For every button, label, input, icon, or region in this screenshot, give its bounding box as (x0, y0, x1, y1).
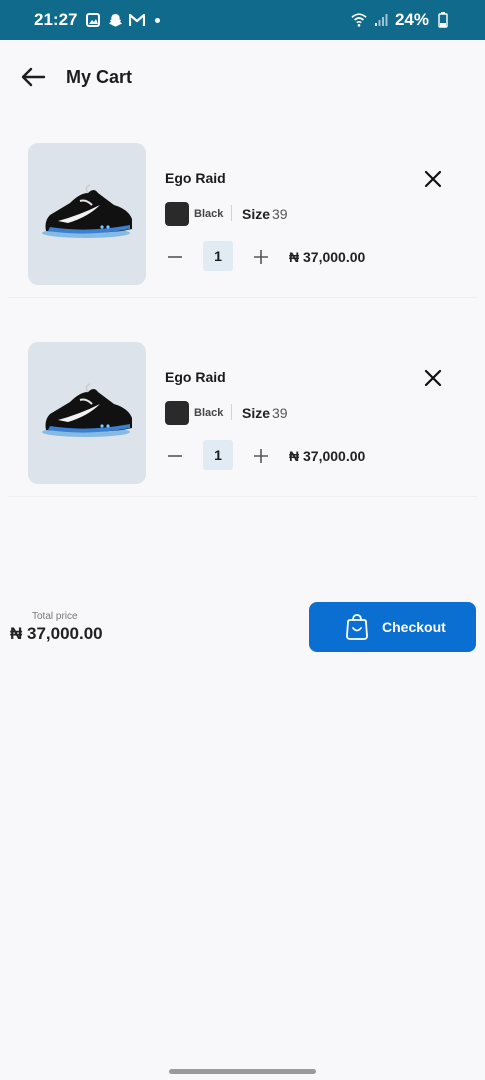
size-label: Size (242, 206, 271, 222)
dot-icon (155, 17, 161, 23)
wifi-icon (351, 12, 367, 28)
sneaker-image (42, 383, 132, 437)
battery-icon (435, 12, 451, 28)
back-button[interactable] (20, 66, 46, 88)
battery-percent: 24% (394, 10, 429, 29)
size-label: Size (242, 405, 271, 421)
decrease-quantity-button[interactable] (166, 447, 184, 465)
close-icon (424, 369, 442, 387)
plus-icon (254, 250, 268, 264)
quantity-value[interactable]: 1 (203, 440, 233, 470)
quantity-value[interactable]: 1 (203, 241, 233, 271)
gallery-icon (85, 12, 101, 28)
size-value: 39 (272, 206, 288, 222)
notification-icons (85, 12, 161, 28)
total-price-value: ₦ 37,000.00 (10, 624, 103, 643)
cart-item: Ego Raid Black Size 39 1 ₦ 37,000.00 (8, 116, 477, 298)
plus-icon (254, 449, 268, 463)
close-icon (424, 170, 442, 188)
color-swatch (165, 401, 189, 425)
item-price: ₦ 37,000.00 (289, 448, 366, 464)
decrease-quantity-button[interactable] (166, 248, 184, 266)
product-name: Ego Raid (165, 170, 226, 186)
color-label: Black (194, 208, 224, 220)
minus-icon (168, 455, 182, 457)
minus-icon (168, 256, 182, 258)
shopping-bag-icon (346, 614, 368, 640)
total-price-label: Total price (32, 611, 78, 622)
product-name: Ego Raid (165, 369, 226, 385)
app-header: My Cart (0, 40, 485, 116)
increase-quantity-button[interactable] (252, 447, 270, 465)
increase-quantity-button[interactable] (252, 248, 270, 266)
snapchat-icon (107, 12, 123, 28)
divider (231, 404, 232, 420)
cart-item: Ego Raid Black Size 39 1 ₦ 37,000.00 (8, 315, 477, 497)
checkout-button[interactable]: Checkout (309, 602, 476, 652)
status-time: 21:27 (34, 10, 78, 29)
gmail-icon (129, 12, 146, 28)
signal-icon (373, 12, 389, 28)
size-value: 39 (272, 405, 288, 421)
item-price: ₦ 37,000.00 (289, 249, 366, 265)
back-arrow-icon (21, 67, 46, 87)
home-indicator[interactable] (169, 1069, 316, 1074)
remove-item-button[interactable] (422, 367, 444, 389)
color-swatch (165, 202, 189, 226)
remove-item-button[interactable] (422, 168, 444, 190)
page-title: My Cart (66, 67, 133, 87)
sneaker-image (42, 184, 132, 238)
checkout-label: Checkout (382, 619, 446, 635)
divider (231, 205, 232, 221)
color-label: Black (194, 407, 224, 419)
status-bar: 21:27 24% (0, 0, 485, 40)
product-image[interactable] (28, 143, 146, 285)
item-divider (8, 297, 477, 298)
item-divider (8, 496, 477, 497)
system-icons: 24% (351, 10, 451, 30)
product-image[interactable] (28, 342, 146, 484)
